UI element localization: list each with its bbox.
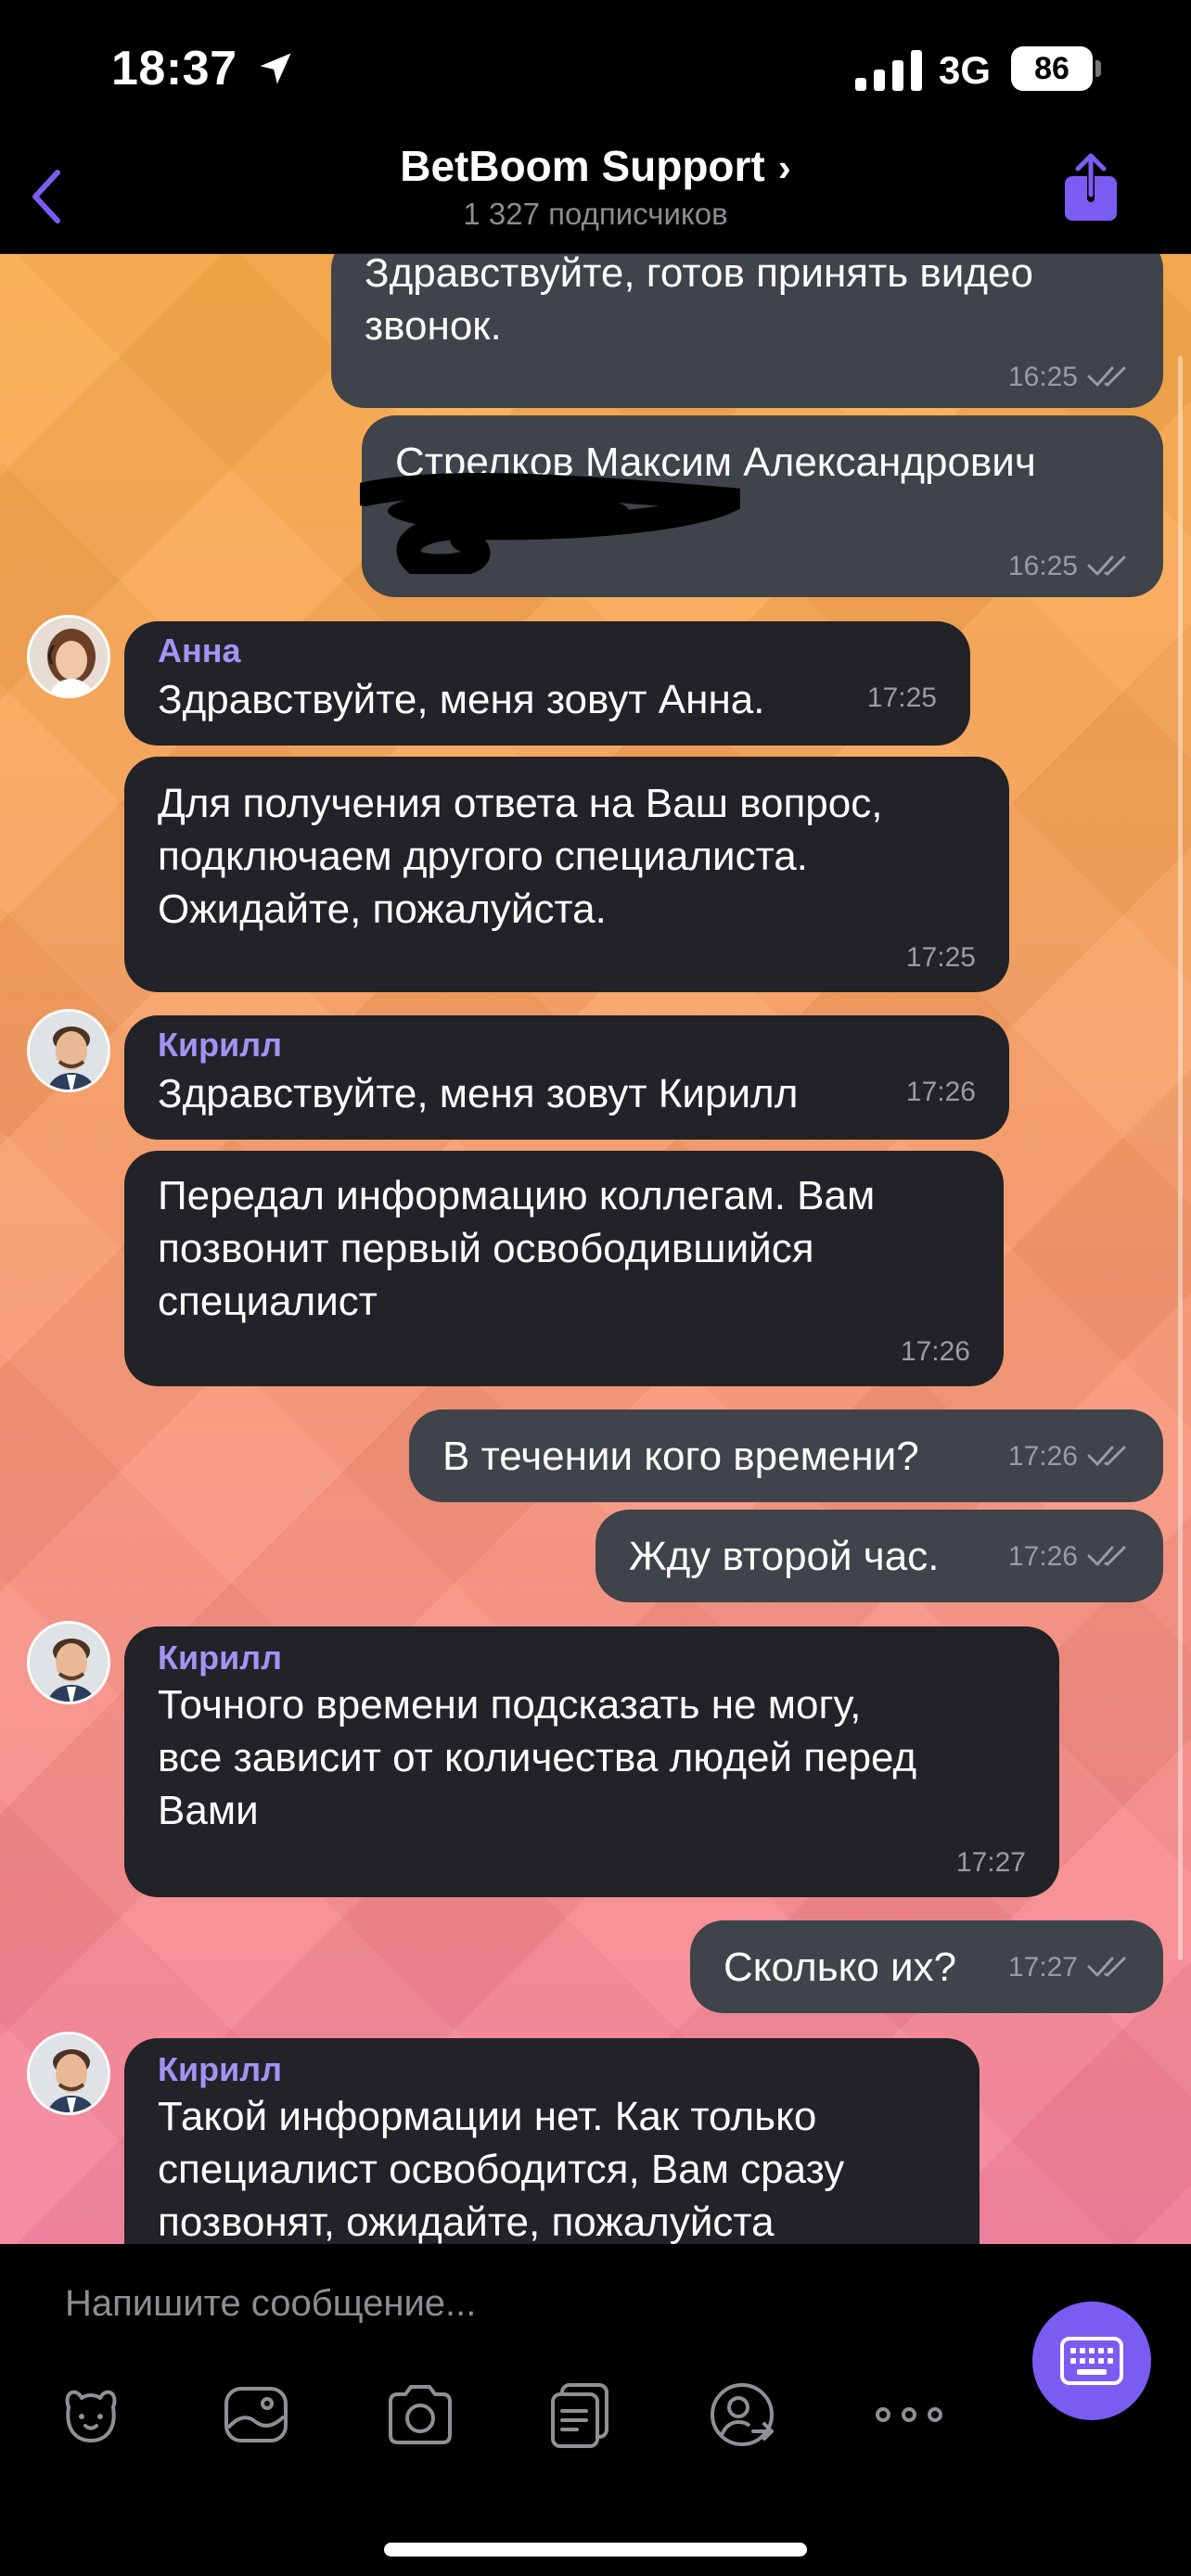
avatar[interactable] — [27, 1621, 110, 1704]
template-icon[interactable] — [545, 2379, 616, 2450]
read-double-check-icon — [1087, 1957, 1126, 1977]
outgoing-message[interactable]: Здравствуйте, готов принять видео звонок… — [331, 254, 1163, 408]
sender-name: Кирилл — [158, 1639, 282, 1677]
camera-icon[interactable] — [385, 2379, 455, 2450]
agent-avatar-female — [30, 618, 108, 695]
message-text: Точного времени подсказать не могу, все … — [158, 1682, 917, 1833]
incoming-message[interactable]: Передал информацию коллегам. Вам позвони… — [124, 1151, 1004, 1386]
message-time: 16:25 — [1007, 362, 1078, 392]
network-type: 3G — [939, 48, 992, 92]
keyboard-toggle-button[interactable] — [1032, 2302, 1151, 2420]
incoming-message[interactable]: Для получения ответа на Ваш вопрос, подк… — [124, 757, 1009, 992]
outgoing-message[interactable]: Сколько их? 17:27 — [690, 1920, 1163, 2013]
avatar[interactable] — [27, 1009, 110, 1092]
message-time: 17:26 — [905, 1077, 976, 1107]
chevron-right-icon: › — [777, 146, 791, 189]
message-time: 17:25 — [866, 682, 937, 713]
message-composer: Напишите сообщение... — [0, 2244, 1191, 2576]
redaction-scribble — [360, 473, 740, 574]
chat-header: BetBoom Support › 1 327 подписчиков — [0, 139, 1191, 254]
home-indicator — [384, 2543, 807, 2557]
gallery-icon[interactable] — [221, 2379, 291, 2450]
outgoing-message[interactable]: Жду второй час. 17:26 — [596, 1510, 1163, 1602]
message-time: 17:27 — [1007, 1952, 1078, 1983]
sender-name: Анна — [158, 631, 241, 670]
more-icon[interactable] — [874, 2379, 944, 2450]
message-text: Для получения ответа на Ваш вопрос, подк… — [158, 781, 883, 932]
agent-avatar-male — [30, 1012, 108, 1090]
sticker-icon[interactable] — [56, 2379, 126, 2450]
message-text: Здравствуйте, меня зовут Кирилл — [158, 1071, 799, 1116]
message-time: 17:26 — [900, 1336, 970, 1367]
incoming-message[interactable]: Кирилл Точного времени подсказать не мог… — [124, 1626, 1059, 1897]
read-double-check-icon — [1087, 555, 1126, 576]
message-time: 17:27 — [955, 1847, 1026, 1878]
chat-title-button[interactable]: BetBoom Support › — [0, 141, 1191, 191]
message-time: 17:26 — [1007, 1441, 1078, 1472]
chat-title: BetBoom Support — [400, 142, 765, 190]
message-time: 16:25 — [1007, 551, 1078, 581]
subscriber-count: 1 327 подписчиков — [463, 197, 728, 231]
sender-name: Кирилл — [158, 2050, 282, 2088]
incoming-message[interactable]: Кирилл Такой информации нет. Как только … — [124, 2038, 980, 2244]
message-text: Жду второй час. — [629, 1534, 940, 1579]
outgoing-message[interactable]: В течении кого времени? 17:26 — [409, 1409, 1163, 1502]
message-text: В течении кого времени? — [442, 1434, 919, 1479]
keyboard-icon — [1060, 2337, 1123, 2385]
message-text: Сколько их? — [724, 1945, 957, 1990]
read-double-check-icon — [1087, 366, 1126, 387]
scrollbar[interactable] — [1178, 356, 1183, 1960]
message-text: Передал информацию коллегам. Вам позвони… — [158, 1173, 876, 1324]
message-time: 17:25 — [905, 942, 976, 973]
message-text: Здравствуйте, готов принять видео звонок… — [365, 254, 1033, 349]
message-input[interactable]: Напишите сообщение... — [65, 2283, 476, 2325]
message-text: Здравствуйте, меня зовут Анна. — [158, 677, 765, 722]
contact-share-icon[interactable] — [707, 2379, 777, 2450]
read-double-check-icon — [1087, 1546, 1126, 1566]
read-double-check-icon — [1087, 1446, 1126, 1466]
incoming-message[interactable]: Анна Здравствуйте, меня зовут Анна. 17:2… — [124, 621, 970, 746]
agent-avatar-male — [30, 2034, 108, 2112]
status-time: 18:37 — [111, 42, 237, 96]
message-text: Такой информации нет. Как только специал… — [158, 2094, 845, 2244]
incoming-message[interactable]: Кирилл Здравствуйте, меня зовут Кирилл 1… — [124, 1015, 1009, 1140]
battery-icon: 86 — [1011, 46, 1102, 91]
agent-avatar-male — [30, 1624, 108, 1702]
share-icon[interactable] — [1061, 152, 1121, 223]
location-arrow-icon — [260, 53, 291, 84]
avatar[interactable] — [27, 615, 110, 698]
status-bar: 18:37 3G 86 — [0, 0, 1191, 139]
battery-level: 86 — [1011, 46, 1093, 91]
message-time: 17:26 — [1007, 1541, 1078, 1572]
signal-strength-icon — [855, 50, 922, 91]
avatar[interactable] — [27, 2032, 110, 2115]
message-list[interactable]: Здравствуйте, готов принять видео звонок… — [0, 254, 1191, 2244]
sender-name: Кирилл — [158, 1026, 282, 1064]
